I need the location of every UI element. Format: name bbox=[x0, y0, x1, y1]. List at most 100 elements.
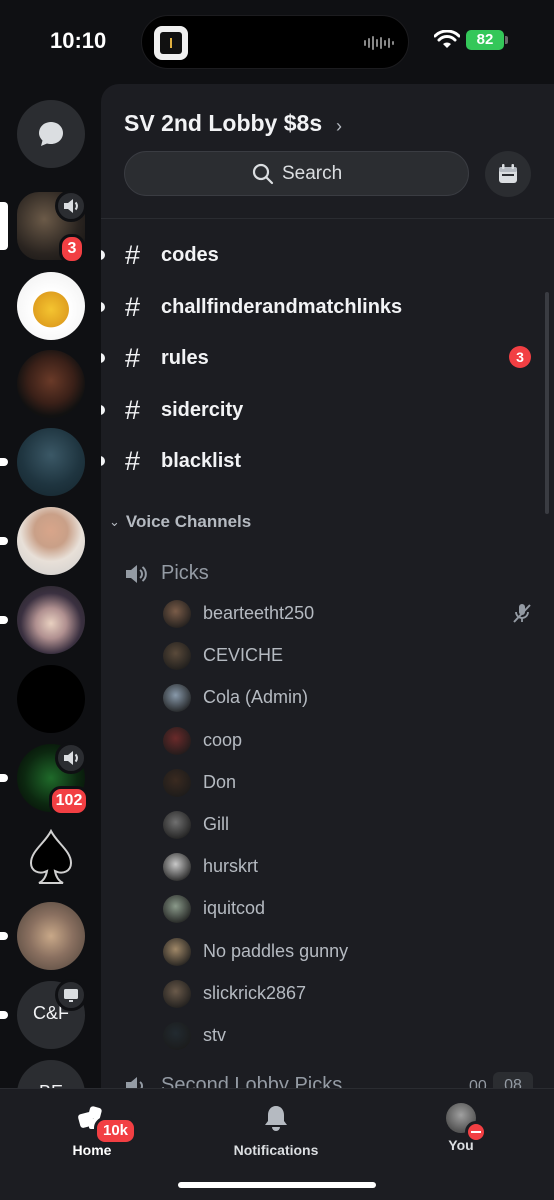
text-channel-row[interactable]: # rules 3 bbox=[101, 339, 554, 379]
search-label: Search bbox=[282, 163, 343, 184]
category-label: Voice Channels bbox=[125, 512, 252, 531]
hash-icon: # bbox=[125, 240, 141, 270]
direct-messages-button[interactable] bbox=[17, 100, 85, 168]
server-icon-7[interactable] bbox=[17, 665, 85, 733]
chat-bubble-icon bbox=[39, 122, 63, 146]
server-icon-9[interactable] bbox=[17, 823, 85, 891]
avatar bbox=[163, 937, 191, 966]
scrollbar[interactable] bbox=[545, 292, 549, 514]
header-divider bbox=[101, 218, 554, 219]
hash-icon: # bbox=[125, 343, 141, 373]
text-channel-row[interactable]: # sidercity bbox=[101, 391, 554, 431]
search-bar[interactable]: Search bbox=[124, 151, 469, 196]
tab-label: Notifications bbox=[233, 1142, 319, 1158]
speaker-icon bbox=[126, 1077, 143, 1088]
tab-label: Home bbox=[72, 1142, 112, 1158]
unread-dot bbox=[0, 1011, 8, 1019]
channel-name: sidercity bbox=[161, 398, 244, 421]
unread-indicator bbox=[101, 404, 105, 415]
speaker-icon bbox=[64, 751, 78, 765]
voice-member-row[interactable]: iquitcod bbox=[101, 891, 554, 929]
server-title[interactable]: SV 2nd Lobby $8s bbox=[124, 110, 322, 137]
text-channel-row[interactable]: # challfinderandmatchlinks bbox=[101, 288, 554, 328]
monitor-icon bbox=[64, 989, 78, 1002]
unread-indicator bbox=[101, 456, 105, 466]
chevron-right-icon[interactable]: › bbox=[336, 116, 342, 137]
server-icon-8[interactable]: 102 bbox=[0, 742, 89, 816]
unread-count-badge: 3 bbox=[59, 234, 85, 264]
text-channel-row[interactable]: # blacklist bbox=[101, 442, 554, 482]
bell-icon bbox=[265, 1106, 287, 1131]
avatar bbox=[163, 642, 191, 671]
clock: 10:10 bbox=[50, 28, 107, 53]
member-name: slickrick2867 bbox=[203, 982, 307, 1003]
unread-count-badge: 102 bbox=[49, 786, 89, 816]
channel-name: codes bbox=[161, 244, 219, 266]
voice-category-header[interactable]: ⌄ Voice Channels bbox=[109, 512, 251, 532]
member-name: hurskrt bbox=[203, 856, 259, 877]
home-indicator[interactable] bbox=[178, 1182, 376, 1188]
member-name: stv bbox=[203, 1025, 227, 1045]
member-name: coop bbox=[203, 729, 243, 750]
avatar bbox=[163, 684, 191, 713]
server-icon-1[interactable]: 3 bbox=[0, 190, 87, 264]
mention-badge: 3 bbox=[509, 346, 531, 368]
avatar bbox=[163, 895, 191, 924]
unread-indicator bbox=[101, 353, 105, 363]
voice-member-row[interactable]: stv bbox=[101, 1018, 554, 1056]
text-channel-row[interactable]: # codes bbox=[101, 236, 554, 276]
avatar bbox=[163, 600, 191, 628]
hash-icon: # bbox=[125, 394, 141, 425]
avatar bbox=[446, 1103, 487, 1143]
voice-member-row[interactable]: Gill bbox=[101, 807, 554, 845]
events-button[interactable] bbox=[485, 151, 531, 197]
channel-name: challfinderandmatchlinks bbox=[161, 295, 403, 318]
audio-wave-icon bbox=[364, 35, 394, 51]
voice-member-row[interactable]: CEVICHE bbox=[101, 638, 554, 676]
member-name: bearteetht250 bbox=[203, 603, 315, 623]
voice-member-row[interactable]: bearteetht250 bbox=[101, 596, 554, 634]
speaker-icon bbox=[126, 565, 147, 583]
server-icon-6[interactable] bbox=[0, 586, 85, 654]
unread-indicator bbox=[101, 301, 105, 312]
status-bar: 10:10 82 bbox=[0, 0, 554, 84]
server-icon-10[interactable] bbox=[0, 902, 85, 970]
server-icon-4[interactable] bbox=[0, 428, 85, 496]
voice-user-count: 00 bbox=[469, 1078, 487, 1088]
server-icon-2[interactable] bbox=[17, 272, 85, 340]
avatar bbox=[163, 1022, 191, 1050]
tab-home[interactable]: Home 10k bbox=[22, 1103, 162, 1158]
speaker-icon bbox=[64, 199, 78, 213]
dynamic-island[interactable] bbox=[141, 15, 409, 69]
battery-tip bbox=[505, 36, 508, 44]
chevron-down-icon: ⌄ bbox=[109, 514, 120, 529]
calendar-icon bbox=[499, 164, 517, 183]
server-icon-be[interactable]: BE bbox=[17, 1060, 85, 1088]
battery-indicator: 82 bbox=[466, 30, 504, 50]
unread-dot bbox=[0, 458, 8, 466]
voice-member-row[interactable]: slickrick2867 bbox=[101, 976, 554, 1014]
unread-dot bbox=[0, 537, 8, 545]
voice-member-row[interactable]: hurskrt bbox=[101, 849, 554, 887]
voice-member-row[interactable]: coop bbox=[101, 723, 554, 761]
selected-pill bbox=[0, 202, 8, 250]
server-icon-5[interactable] bbox=[0, 507, 85, 575]
search-icon bbox=[252, 163, 274, 185]
dnd-status-icon bbox=[465, 1121, 487, 1143]
unread-dot bbox=[0, 932, 8, 940]
channel-name: blacklist bbox=[161, 450, 242, 472]
server-icon-3[interactable] bbox=[17, 350, 85, 418]
server-icon-cf[interactable]: C&F bbox=[0, 979, 87, 1049]
member-name: Cola (Admin) bbox=[203, 687, 309, 708]
unread-indicator bbox=[101, 250, 105, 260]
avatar bbox=[163, 811, 191, 839]
voice-member-row[interactable]: No paddles gunny bbox=[101, 934, 554, 972]
voice-member-row[interactable]: Don bbox=[101, 765, 554, 803]
voice-member-row[interactable]: Cola (Admin) bbox=[101, 680, 554, 718]
avatar bbox=[163, 726, 191, 755]
tab-notifications[interactable]: Notifications bbox=[206, 1103, 346, 1158]
member-name: Gill bbox=[203, 814, 229, 834]
voice-channel-picks[interactable]: Picks bbox=[123, 556, 543, 592]
tab-you[interactable]: You bbox=[391, 1103, 531, 1153]
voice-channel-second-lobby[interactable]: Second Lobby Picks 00 08 bbox=[123, 1070, 543, 1088]
